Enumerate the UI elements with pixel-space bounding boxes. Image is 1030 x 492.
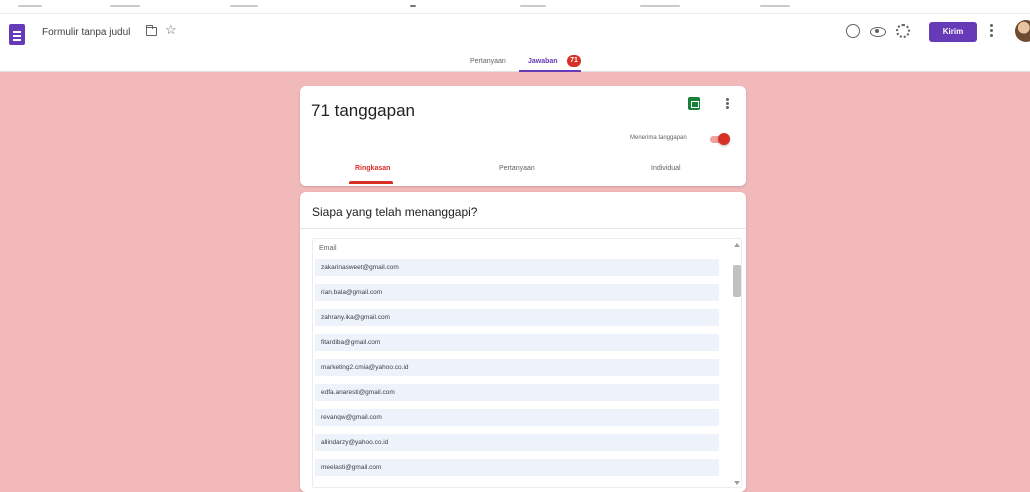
form-title[interactable]: Formulir tanpa judul	[42, 27, 130, 38]
sub-tab-indicator	[349, 181, 393, 184]
responses-count-badge: 71	[567, 55, 581, 67]
list-item[interactable]: rian.bala@gmail.com	[315, 284, 719, 302]
top-strip-mark	[640, 5, 680, 7]
email-column-header: Email	[319, 245, 337, 252]
settings-icon[interactable]	[896, 24, 910, 38]
list-item[interactable]: allindarzy@yahoo.co.id	[315, 434, 719, 452]
top-strip-mark	[760, 5, 790, 7]
top-strip-mark	[520, 5, 546, 7]
send-button[interactable]: Kirim	[929, 22, 977, 42]
email-list[interactable]: Email zakarinasweet@gmail.com rian.bala@…	[312, 238, 742, 488]
forms-header: Formulir tanpa judul ☆ Kirim Pertanyaan …	[0, 14, 1030, 72]
avatar[interactable]	[1015, 20, 1030, 42]
email-text: edfa.anaresti@gmail.com	[321, 389, 395, 396]
scroll-down-arrow-icon[interactable]	[734, 481, 740, 485]
eye-icon[interactable]	[870, 24, 886, 38]
tab-responses[interactable]: Jawaban	[528, 58, 558, 65]
responses-summary-card: 71 tanggapan Menerima tanggapan Ringkasa…	[300, 86, 746, 186]
sheets-icon[interactable]	[688, 97, 700, 110]
email-text: fitardiba@gmail.com	[321, 339, 381, 346]
list-item[interactable]: fitardiba@gmail.com	[315, 334, 719, 352]
more-vert-icon[interactable]	[990, 24, 993, 37]
top-strip-mark	[18, 5, 42, 7]
card-more-icon[interactable]	[726, 98, 729, 101]
folder-icon[interactable]	[146, 25, 157, 36]
who-responded-card: Siapa yang telah menanggapi? Email zakar…	[300, 192, 746, 492]
star-icon[interactable]: ☆	[165, 23, 177, 36]
palette-icon[interactable]	[846, 24, 860, 38]
list-item[interactable]: revanqw@gmail.com	[315, 409, 719, 427]
email-text: marketing2.cmia@yahoo.co.id	[321, 364, 409, 371]
toggle-thumb[interactable]	[718, 133, 730, 145]
list-item[interactable]: zahrany.ika@gmail.com	[315, 309, 719, 327]
scroll-thumb[interactable]	[733, 265, 741, 297]
email-text: zahrany.ika@gmail.com	[321, 314, 390, 321]
tab-questions[interactable]: Pertanyaan	[470, 58, 506, 65]
email-text: rian.bala@gmail.com	[321, 289, 383, 296]
top-strip-mark	[110, 5, 140, 7]
email-text: meelasti@gmail.com	[321, 464, 382, 471]
tab-individual[interactable]: Individual	[651, 165, 681, 172]
scroll-up-arrow-icon[interactable]	[734, 243, 740, 247]
email-text: revanqw@gmail.com	[321, 414, 382, 421]
response-count: 71 tanggapan	[311, 101, 415, 120]
list-item[interactable]: marketing2.cmia@yahoo.co.id	[315, 359, 719, 377]
list-item[interactable]: edfa.anaresti@gmail.com	[315, 384, 719, 402]
forms-logo-icon[interactable]	[9, 24, 25, 45]
tab-question[interactable]: Pertanyaan	[499, 165, 535, 172]
who-responded-title: Siapa yang telah menanggapi?	[312, 205, 478, 219]
tab-summary[interactable]: Ringkasan	[355, 165, 390, 172]
accepting-responses-label: Menerima tanggapan	[630, 135, 687, 141]
email-text: allindarzy@yahoo.co.id	[321, 439, 389, 446]
top-strip-mark	[410, 5, 416, 7]
list-scrollbar[interactable]	[733, 243, 741, 485]
list-item[interactable]: meelasti@gmail.com	[315, 459, 719, 477]
active-tab-indicator	[519, 70, 581, 72]
main-tabs: Pertanyaan Jawaban 71	[0, 55, 1030, 72]
list-item[interactable]: zakarinasweet@gmail.com	[315, 259, 719, 277]
top-strip-mark	[230, 5, 258, 7]
browser-top-strip	[0, 0, 1030, 14]
email-text: zakarinasweet@gmail.com	[321, 264, 399, 271]
divider	[300, 228, 746, 229]
